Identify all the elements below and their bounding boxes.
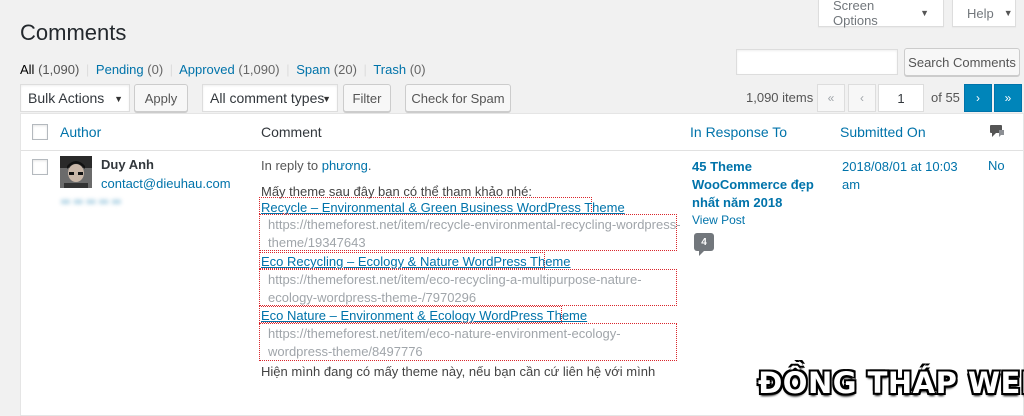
screen-options-tab[interactable]: Screen Options ▼ bbox=[818, 0, 944, 28]
filter-count: (1,090) bbox=[238, 62, 280, 77]
separator: | bbox=[85, 62, 90, 77]
watermark-logo: ĐỒNG THÁP WEB bbox=[758, 366, 1024, 400]
url-line: wordpress-theme/8497776 bbox=[268, 344, 423, 359]
filter-button[interactable]: Filter bbox=[343, 84, 391, 112]
post-title-line: WooCommerce đẹp bbox=[692, 177, 814, 192]
comment-link-title[interactable]: Eco Recycling – Ecology & Nature WordPre… bbox=[261, 254, 571, 269]
comment-link-url: https://themeforest.net/item/recycle-env… bbox=[268, 216, 681, 252]
filter-approved[interactable]: Approved bbox=[179, 62, 235, 77]
author-ip[interactable]: •• •• •• •• •• bbox=[61, 194, 121, 209]
comment-count-badge[interactable]: 4 bbox=[694, 233, 714, 256]
url-line: ecology-wordpress-theme-/7970296 bbox=[268, 290, 477, 305]
check-for-spam-label: Check for Spam bbox=[411, 90, 505, 106]
comment-type-label: All comment types bbox=[210, 90, 325, 106]
row-checkbox[interactable] bbox=[32, 159, 48, 175]
comment-link-url: https://themeforest.net/item/eco-nature-… bbox=[268, 325, 621, 361]
post-title-link[interactable]: 45 Theme WooCommerce đẹp nhất năm 2018 bbox=[692, 158, 814, 212]
select-all-checkbox[interactable] bbox=[32, 124, 48, 140]
filter-all[interactable]: All (1,090) bbox=[20, 62, 79, 77]
url-line: theme/19347643 bbox=[268, 235, 366, 250]
check-for-spam-button[interactable]: Check for Spam bbox=[405, 84, 511, 112]
filter-count: (0) bbox=[409, 62, 426, 77]
first-page-button[interactable]: « bbox=[817, 84, 845, 112]
table-header: Author Comment In Response To Submitted … bbox=[21, 114, 1023, 151]
caret-down-icon: ▼ bbox=[114, 94, 123, 104]
reply-suffix: . bbox=[367, 158, 372, 173]
date-line: 2018/08/01 at 10:03 bbox=[842, 159, 958, 174]
total-pages: of 55 bbox=[931, 90, 960, 105]
last-page-button[interactable]: » bbox=[994, 84, 1022, 112]
comment-link-title[interactable]: Recycle – Environmental & Green Business… bbox=[261, 200, 625, 215]
url-line: https://themeforest.net/item/eco-recycli… bbox=[268, 272, 642, 287]
reply-context: In reply to phương. bbox=[261, 158, 372, 173]
caret-down-icon: ▼ bbox=[1003, 8, 1013, 18]
prev-page-button[interactable]: ‹ bbox=[848, 84, 876, 112]
comment-type-select[interactable]: All comment types ▼ bbox=[202, 84, 338, 112]
author-name: Duy Anh bbox=[101, 157, 154, 172]
reply-prefix: In reply to bbox=[261, 158, 319, 173]
search-input[interactable] bbox=[736, 49, 898, 75]
view-post-link[interactable]: View Post bbox=[692, 213, 745, 227]
separator: | bbox=[169, 62, 174, 77]
caret-down-icon: ▼ bbox=[920, 8, 929, 18]
url-line: https://themeforest.net/item/recycle-env… bbox=[268, 217, 681, 232]
column-submitted-on[interactable]: Submitted On bbox=[840, 124, 926, 140]
next-page-icon: › bbox=[976, 91, 980, 105]
column-comment: Comment bbox=[261, 124, 322, 140]
bulk-actions-label: Bulk Actions bbox=[28, 90, 105, 106]
separator: | bbox=[363, 62, 367, 77]
last-page-icon: » bbox=[1004, 91, 1012, 105]
date-line: am bbox=[842, 177, 861, 192]
author-email[interactable]: contact@dieuhau.com bbox=[101, 176, 231, 191]
post-title-line: nhất năm 2018 bbox=[692, 195, 783, 210]
submitted-date[interactable]: 2018/08/01 at 10:03 am bbox=[842, 158, 958, 194]
search-comments-button[interactable]: Search Comments bbox=[904, 48, 1020, 76]
comment-link-url: https://themeforest.net/item/eco-recycli… bbox=[268, 271, 642, 307]
first-page-icon: « bbox=[827, 91, 835, 105]
prev-page-icon: ‹ bbox=[860, 91, 864, 105]
comment-outro: Hiện mình đang có mấy theme này, nếu bạn… bbox=[261, 364, 656, 379]
search-comments-label: Search Comments bbox=[908, 54, 1016, 70]
filter-label: Filter bbox=[352, 90, 382, 106]
bulk-actions-select[interactable]: Bulk Actions ▼ bbox=[20, 84, 130, 112]
comment-bubble-icon bbox=[990, 125, 1004, 137]
filter-count: (20) bbox=[333, 62, 357, 77]
reply-to-link[interactable]: phương bbox=[322, 158, 368, 173]
filter-pending[interactable]: Pending bbox=[96, 62, 144, 77]
current-page-input[interactable] bbox=[878, 84, 924, 112]
url-line: https://themeforest.net/item/eco-nature-… bbox=[268, 326, 621, 341]
column-author[interactable]: Author bbox=[60, 124, 101, 140]
apply-button[interactable]: Apply bbox=[134, 84, 188, 112]
apply-label: Apply bbox=[144, 90, 178, 106]
comment-count: 4 bbox=[694, 233, 714, 251]
filter-count: (0) bbox=[147, 62, 164, 77]
help-tab[interactable]: Help ▼ bbox=[952, 0, 1016, 27]
comment-link-title[interactable]: Eco Nature – Environment & Ecology WordP… bbox=[261, 308, 587, 323]
next-page-button[interactable]: › bbox=[964, 84, 992, 112]
item-count: 1,090 items bbox=[746, 90, 814, 105]
caret-down-icon: ▼ bbox=[322, 94, 331, 104]
separator: | bbox=[286, 62, 290, 77]
help-label: Help bbox=[967, 5, 994, 21]
filter-trash[interactable]: Trash bbox=[373, 62, 406, 77]
extra-column-link[interactable]: No bbox=[988, 158, 1005, 173]
screen-options-label: Screen Options bbox=[833, 0, 878, 28]
avatar bbox=[60, 156, 92, 188]
status-filter-bar: All (1,090) | Pending (0) | Approved (1,… bbox=[20, 62, 426, 77]
filter-spam[interactable]: Spam bbox=[296, 62, 330, 77]
page-title: Comments bbox=[20, 20, 127, 45]
column-in-response-to[interactable]: In Response To bbox=[690, 124, 787, 140]
post-title-line: 45 Theme bbox=[692, 159, 752, 174]
badge-tail bbox=[699, 251, 704, 256]
